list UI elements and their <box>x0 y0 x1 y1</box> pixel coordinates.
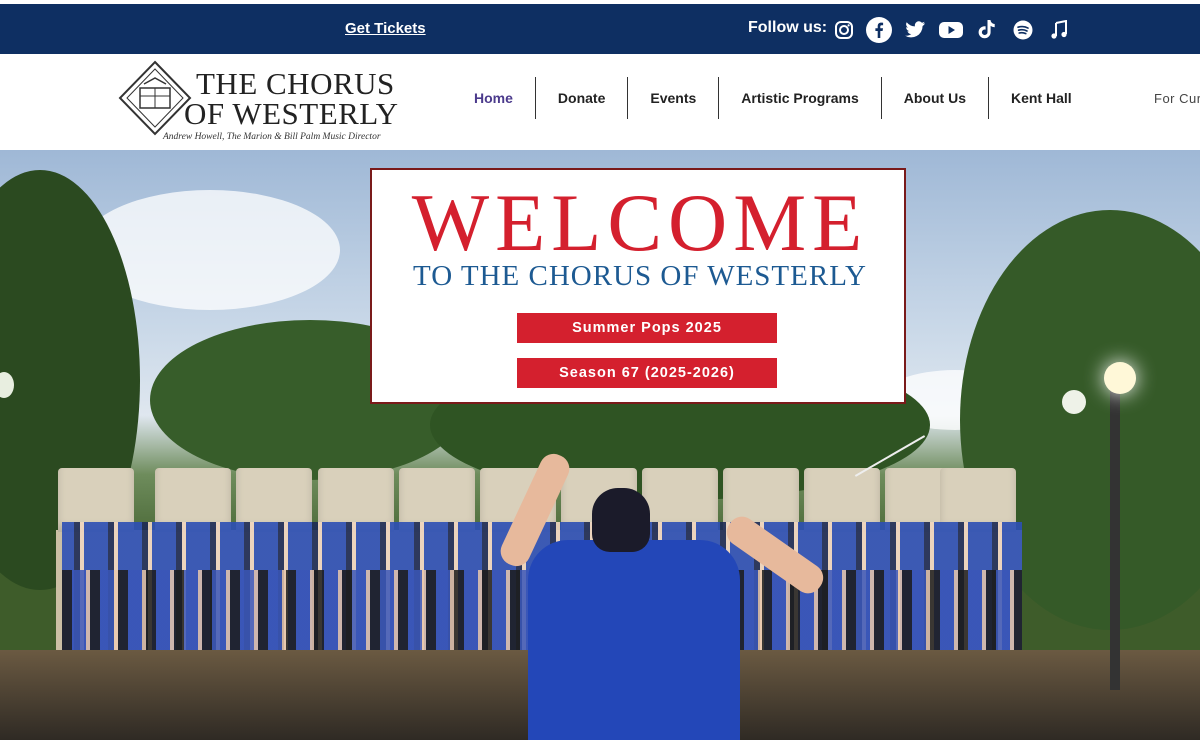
get-tickets-link[interactable]: Get Tickets <box>345 20 426 37</box>
nav-item-donate[interactable]: Donate <box>536 77 629 119</box>
logo-subtitle: Andrew Howell, The Marion & Bill Palm Mu… <box>163 132 381 142</box>
conductor-head <box>592 488 650 552</box>
nav-item-kent-hall[interactable]: Kent Hall <box>989 77 1094 119</box>
music-note-icon[interactable] <box>1047 18 1071 42</box>
facebook-icon[interactable] <box>866 17 892 43</box>
site-header: THE CHORUS OF WESTERLY Andrew Howell, Th… <box>0 54 1200 150</box>
season-67-button[interactable]: Season 67 (2025-2026) <box>517 358 777 388</box>
youtube-icon[interactable] <box>939 18 963 42</box>
conductor <box>528 540 740 740</box>
welcome-card: WELCOME TO THE CHORUS OF WESTERLY Summer… <box>370 168 906 404</box>
nav-item-overflow[interactable]: For Cur <box>1154 91 1200 106</box>
follow-us-label: Follow us: <box>748 19 828 36</box>
logo-line-2: OF WESTERLY <box>184 96 399 131</box>
site-logo[interactable]: THE CHORUS OF WESTERLY Andrew Howell, Th… <box>118 58 418 146</box>
nav-item-artistic-programs[interactable]: Artistic Programs <box>719 77 882 119</box>
tiktok-icon[interactable] <box>975 18 999 42</box>
nav-item-events[interactable]: Events <box>628 77 720 119</box>
welcome-subtitle: TO THE CHORUS OF WESTERLY <box>413 260 867 292</box>
lamp-light <box>1104 362 1136 394</box>
chorus-emblem-icon <box>118 60 192 136</box>
top-bar: Get Tickets Follow us: <box>0 4 1200 54</box>
spotify-icon[interactable] <box>1011 18 1035 42</box>
nav-item-about-us[interactable]: About Us <box>882 77 989 119</box>
instagram-icon[interactable] <box>832 18 856 42</box>
nav-item-home[interactable]: Home <box>452 77 536 119</box>
logo-line-1: THE CHORUS <box>196 66 395 101</box>
lamp-post <box>1110 370 1120 690</box>
welcome-title: WELCOME <box>411 177 869 268</box>
twitter-icon[interactable] <box>903 18 927 42</box>
main-nav: Home Donate Events Artistic Programs Abo… <box>452 77 1094 119</box>
summer-pops-button[interactable]: Summer Pops 2025 <box>517 313 777 343</box>
lamp-light <box>1062 390 1086 414</box>
